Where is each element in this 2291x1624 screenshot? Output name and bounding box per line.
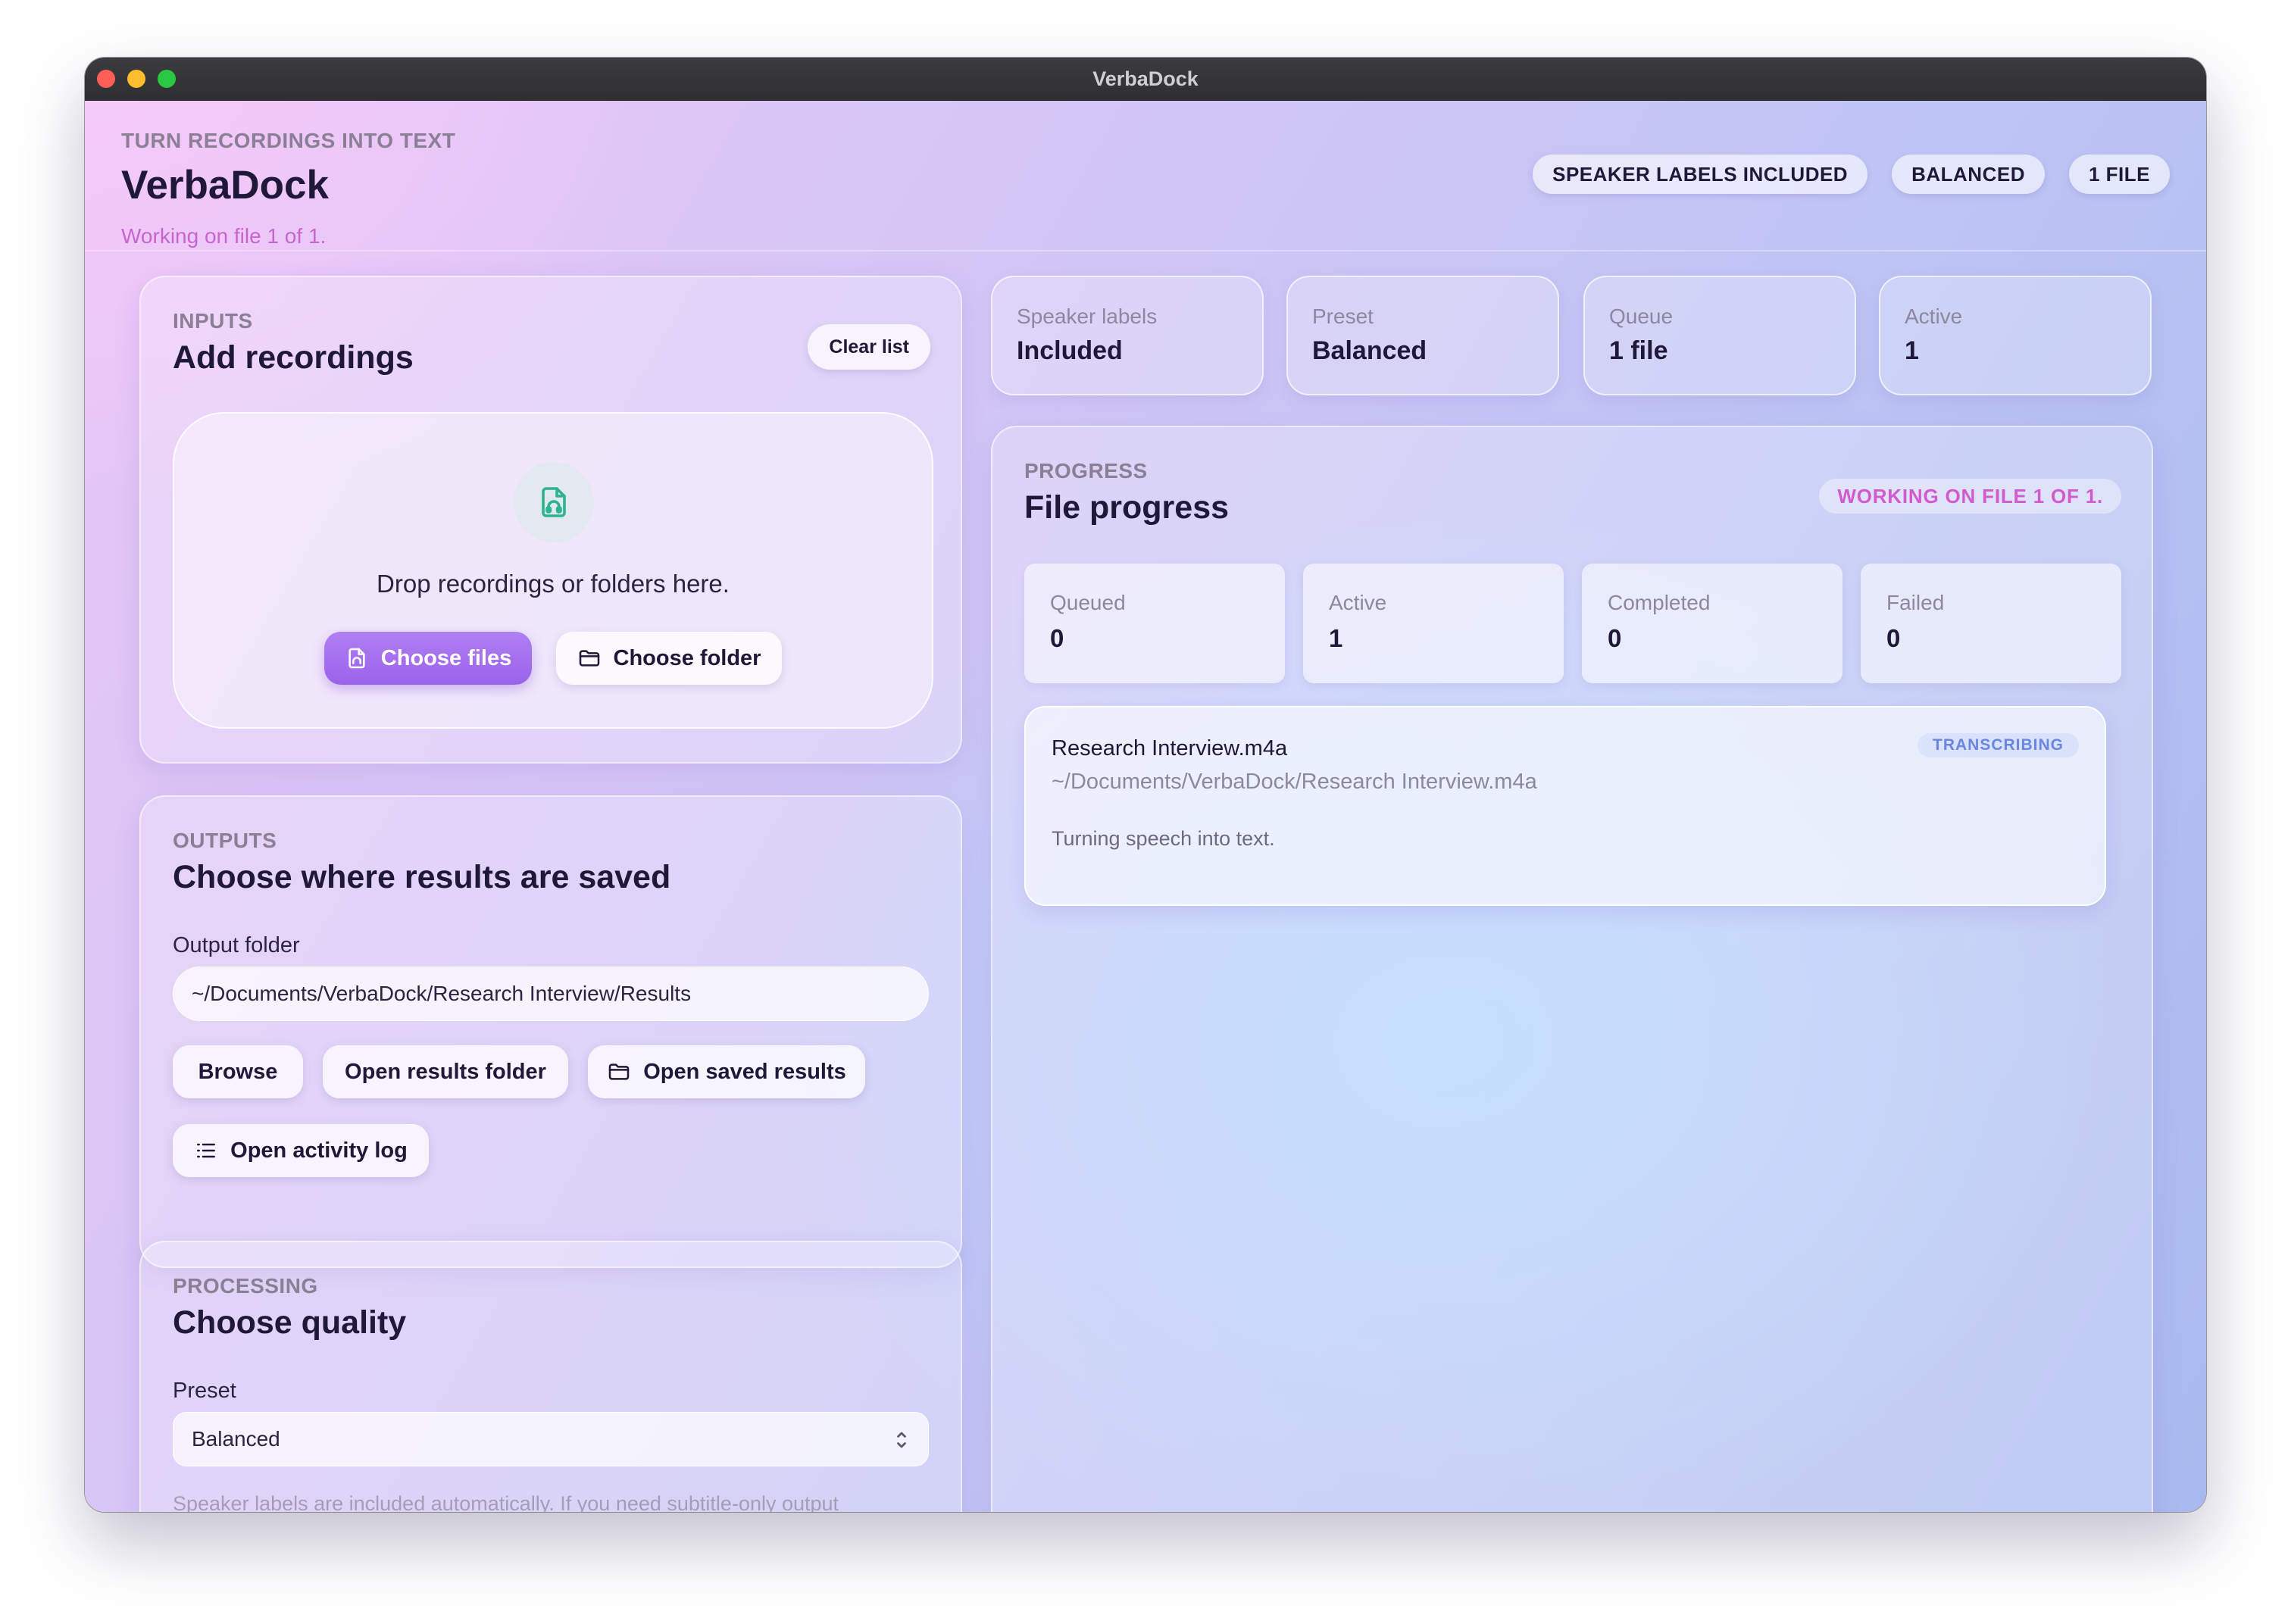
preset-select[interactable]: Balanced (173, 1412, 929, 1466)
outputs-title: Choose where results are saved (173, 859, 671, 895)
pill-speaker-labels: SPEAKER LABELS INCLUDED (1533, 155, 1868, 194)
summary-label: Speaker labels (1017, 304, 1158, 328)
preset-select-value: Balanced (192, 1427, 280, 1451)
choose-files-label: Choose files (380, 645, 512, 670)
count-label: Active (1329, 591, 1387, 614)
window-title: VerbaDock (1092, 67, 1199, 90)
summary-value: 1 file (1609, 336, 1668, 365)
count-card-queued: Queued 0 (1024, 564, 1285, 683)
folder-icon (579, 650, 599, 667)
summary-card-queue: Queue 1 file (1583, 276, 1856, 395)
summary-label: Queue (1609, 304, 1674, 328)
folder-icon (608, 1063, 630, 1080)
summary-label: Preset (1312, 304, 1374, 328)
file-progress-card[interactable]: Research Interview.m4a ~/Documents/Verba… (1024, 706, 2106, 906)
count-card-failed: Failed 0 (1861, 564, 2121, 683)
summary-card-active: Active 1 (1879, 276, 2152, 395)
processing-eyebrow: PROCESSING (173, 1274, 318, 1298)
file-audio-icon (514, 462, 594, 542)
title-bar: VerbaDock (85, 58, 2206, 101)
outputs-panel: OUTPUTS Choose where results are saved O… (139, 795, 962, 1268)
count-label: Queued (1050, 591, 1126, 614)
progress-eyebrow: PROGRESS (1024, 459, 1148, 483)
count-label: Failed (1886, 591, 1945, 614)
outputs-eyebrow: OUTPUTS (173, 829, 277, 852)
pill-file-count: 1 FILE (2068, 155, 2170, 194)
file-audio-icon (348, 648, 365, 669)
clear-list-button[interactable]: Clear list (808, 324, 930, 370)
count-label: Completed (1608, 591, 1711, 614)
chevron-updown-icon (897, 1432, 906, 1448)
summary-value: Included (1017, 336, 1123, 365)
count-value: 0 (1608, 624, 1622, 652)
open-saved-results-label: Open saved results (643, 1059, 846, 1084)
header-status: Working on file 1 of 1. (121, 224, 327, 248)
pill-preset: BALANCED (1892, 155, 2045, 194)
header-eyebrow: TURN RECORDINGS INTO TEXT (121, 129, 456, 152)
preset-label: Preset (173, 1379, 236, 1403)
app-title: VerbaDock (121, 163, 329, 208)
output-folder-field[interactable]: ~/Documents/VerbaDock/Research Interview… (173, 967, 929, 1021)
processing-panel: PROCESSING Choose quality Preset Balance… (139, 1241, 962, 1512)
processing-title: Choose quality (173, 1304, 407, 1341)
header-pills: SPEAKER LABELS INCLUDED BALANCED 1 FILE (1533, 155, 2170, 194)
header-divider (85, 250, 2206, 251)
open-saved-results-button[interactable]: Open saved results (588, 1045, 865, 1098)
count-value: 0 (1886, 624, 1901, 652)
open-activity-log-button[interactable]: Open activity log (173, 1124, 429, 1177)
count-card-completed: Completed 0 (1582, 564, 1842, 683)
summary-card-speaker-labels: Speaker labels Included (991, 276, 1264, 395)
inputs-title: Add recordings (173, 339, 414, 376)
file-name: Research Interview.m4a (1052, 736, 1288, 760)
summary-card-preset: Preset Balanced (1286, 276, 1559, 395)
open-activity-log-label: Open activity log (230, 1138, 408, 1163)
file-path: ~/Documents/VerbaDock/Research Interview… (1052, 770, 1537, 794)
count-card-active: Active 1 (1303, 564, 1564, 683)
choose-files-button[interactable]: Choose files (324, 632, 532, 685)
output-folder-label: Output folder (173, 933, 300, 957)
inputs-eyebrow: INPUTS (173, 309, 253, 333)
browse-button[interactable]: Browse (173, 1045, 303, 1098)
drop-zone[interactable]: Drop recordings or folders here. Choose … (173, 412, 933, 729)
choose-folder-label: Choose folder (613, 645, 761, 670)
file-status-message: Turning speech into text. (1052, 827, 1275, 850)
progress-status-badge: WORKING ON FILE 1 OF 1. (1819, 479, 2121, 514)
count-value: 0 (1050, 624, 1064, 652)
drop-zone-text: Drop recordings or folders here. (377, 570, 730, 598)
summary-value: Balanced (1312, 336, 1427, 365)
progress-title: File progress (1024, 489, 1230, 526)
app-window: VerbaDock TURN RECORDINGS INTO TEXT Verb… (85, 58, 2206, 1512)
transcribing-badge: TRANSCRIBING (1918, 733, 2079, 757)
choose-folder-button[interactable]: Choose folder (556, 632, 782, 685)
list-icon (197, 1143, 216, 1158)
progress-panel: PROGRESS File progress WORKING ON FILE 1… (991, 426, 2153, 1512)
open-results-folder-button[interactable]: Open results folder (323, 1045, 568, 1098)
processing-help-text: Speaker labels are included automaticall… (173, 1492, 839, 1512)
summary-label: Active (1905, 304, 1963, 328)
inputs-panel: INPUTS Add recordings Clear list Drop re… (139, 276, 962, 764)
summary-value: 1 (1905, 336, 1919, 365)
count-value: 1 (1329, 624, 1343, 652)
